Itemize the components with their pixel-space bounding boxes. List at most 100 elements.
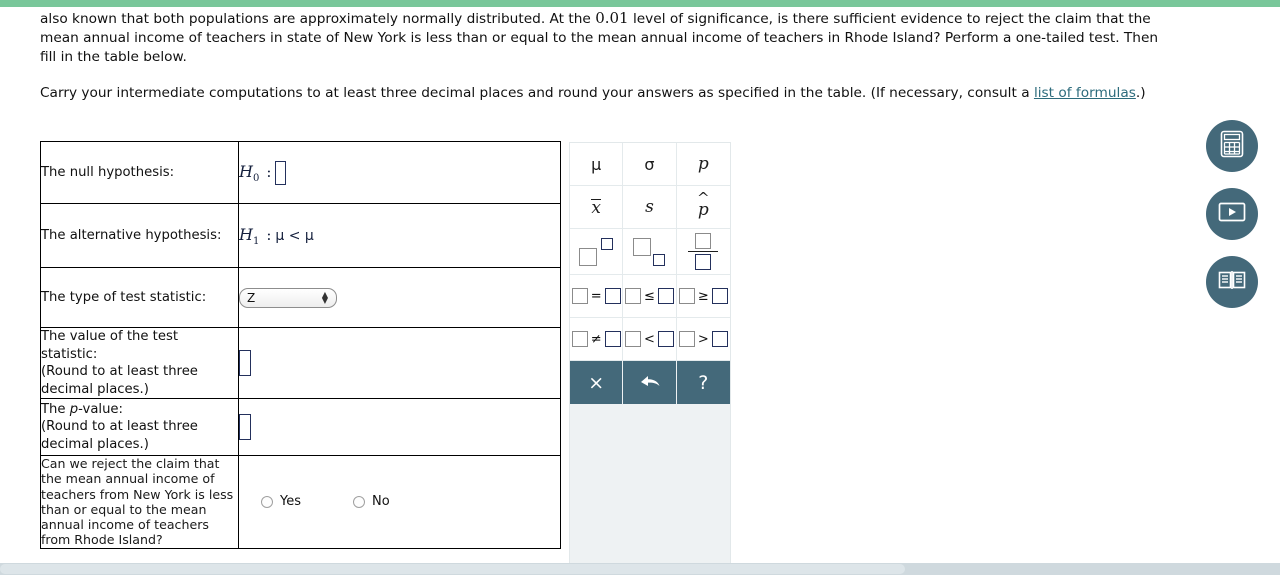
h-symbol: H <box>239 161 253 181</box>
denominator-box <box>695 254 712 270</box>
radio-circle-icon[interactable] <box>353 495 365 508</box>
mu-glyph: μ <box>591 154 602 174</box>
palette-key-not-equal[interactable]: ≠ <box>570 318 624 361</box>
p-value-prefix: The <box>41 401 70 417</box>
h-subscript: 1 <box>252 235 260 247</box>
alternative-hypothesis-expression[interactable]: H1: μ < μ <box>239 224 314 247</box>
palette-key-equals[interactable]: = <box>570 275 624 318</box>
palette-key-superscript[interactable] <box>570 229 624 275</box>
row-value-test-statistic-type: Z ▲ ▼ <box>238 267 561 328</box>
row-value-test-statistic-value <box>238 327 561 399</box>
base-box <box>579 247 598 266</box>
s-glyph: s <box>645 197 654 217</box>
row-value-p-value <box>238 398 561 456</box>
table-row-test-statistic-type: The type of test statistic: Z ▲ ▼ <box>40 267 561 328</box>
horizontal-scrollbar[interactable] <box>0 563 1280 575</box>
prose-text-1a: also known that both populations are app… <box>40 11 596 27</box>
problem-paragraph-2: Carry your intermediate computations to … <box>40 84 1160 103</box>
test-statistic-select-wrapper: Z ▲ ▼ <box>239 287 337 308</box>
calculator-button[interactable] <box>1206 120 1258 172</box>
video-button[interactable] <box>1206 188 1258 240</box>
prose-text-2a: Carry your intermediate computations to … <box>40 85 1034 101</box>
operator-glyph: ≥ <box>697 288 709 304</box>
label-line-1: The value of the test statistic: <box>41 329 178 362</box>
significance-level: 0.01 <box>595 9 629 27</box>
row-label-null-hypothesis: The null hypothesis: <box>40 141 239 204</box>
left-box <box>625 331 642 347</box>
p-value-input-slot[interactable] <box>239 414 251 440</box>
fraction-template-icon <box>688 233 719 270</box>
alternative-hypothesis-value: μ < μ <box>275 227 314 244</box>
radio-option-yes[interactable]: Yes <box>261 494 301 509</box>
close-icon: × <box>588 371 605 394</box>
left-box <box>625 288 642 304</box>
palette-help-button[interactable]: ? <box>676 361 730 404</box>
palette-key-greater-equal[interactable]: ≥ <box>676 275 730 318</box>
test-statistic-value-input-slot[interactable] <box>239 350 251 376</box>
label-line-1: The p-value: <box>41 401 238 419</box>
list-of-formulas-link[interactable]: list of formulas <box>1034 85 1136 101</box>
label-line-2: (Round to at least three <box>41 419 198 435</box>
radio-label-no: No <box>372 494 390 510</box>
greater-equal-template-icon: ≥ <box>678 288 728 304</box>
palette-key-p[interactable]: p <box>676 143 730 186</box>
palette-key-less-than[interactable]: < <box>623 318 677 361</box>
prose-text-2b: .) <box>1135 85 1146 101</box>
palette-key-greater-than[interactable]: > <box>676 318 730 361</box>
superscript-template-icon <box>579 237 614 266</box>
palette-key-less-equal[interactable]: ≤ <box>623 275 677 318</box>
left-box <box>678 331 695 347</box>
right-box <box>657 288 674 304</box>
p-value-suffix: -value: <box>78 401 123 417</box>
operator-glyph: = <box>590 288 602 304</box>
label-line-3: decimal places.) <box>41 381 149 397</box>
palette-key-p-hat[interactable]: ^ p <box>676 186 730 229</box>
reference-button[interactable] <box>1206 256 1258 308</box>
exponent-box <box>601 237 614 250</box>
row-label-p-value: The p-value: (Round to at least three de… <box>40 398 239 456</box>
right-box <box>604 288 621 304</box>
open-book-icon <box>1217 268 1247 296</box>
palette-clear-button[interactable]: × <box>570 361 624 404</box>
right-box <box>657 331 674 347</box>
left-box <box>678 288 695 304</box>
operator-glyph: > <box>697 331 709 347</box>
radio-label-yes: Yes <box>280 494 301 510</box>
radio-option-no[interactable]: No <box>353 494 390 509</box>
scrollbar-thumb[interactable] <box>0 564 905 574</box>
math-symbol-palette: μ σ p x s ^ p = ≤ ≥ ≠ < > × ? <box>570 143 730 566</box>
row-value-null-hypothesis: H0: <box>238 141 561 204</box>
palette-key-fraction[interactable] <box>676 229 730 275</box>
sigma-glyph: σ <box>644 154 655 174</box>
palette-key-sigma[interactable]: σ <box>623 143 677 186</box>
conclusion-question-text: Can we reject the claim that the mean an… <box>40 455 239 549</box>
fraction-bar <box>688 251 719 252</box>
subscript-template-icon <box>633 237 666 266</box>
test-statistic-select[interactable]: Z <box>239 287 337 308</box>
h-symbol: H <box>239 224 253 244</box>
problem-paragraph-1: also known that both populations are app… <box>40 9 1160 67</box>
null-hypothesis-input-slot[interactable] <box>275 160 287 185</box>
h-subscript: 0 <box>252 172 260 184</box>
numerator-box <box>695 233 712 249</box>
top-accent-bar <box>0 0 1280 7</box>
palette-key-x-bar[interactable]: x <box>570 186 624 229</box>
palette-key-subscript[interactable] <box>623 229 677 275</box>
palette-undo-button[interactable] <box>623 361 677 404</box>
less-than-template-icon: < <box>625 331 674 347</box>
palette-key-mu[interactable]: μ <box>570 143 624 186</box>
left-box <box>571 331 588 347</box>
right-box <box>711 331 728 347</box>
left-box <box>571 288 588 304</box>
x-bar-glyph: x <box>591 197 601 218</box>
row-label-alternative-hypothesis: The alternative hypothesis: <box>40 203 239 268</box>
subscript-box <box>653 253 666 266</box>
radio-group: Yes No <box>239 494 560 509</box>
null-hypothesis-expression: H0: <box>239 160 287 185</box>
radio-circle-icon[interactable] <box>261 495 273 508</box>
right-box <box>604 331 621 347</box>
palette-key-s[interactable]: s <box>623 186 677 229</box>
operator-glyph: < <box>644 331 655 347</box>
operator-glyph: ≤ <box>644 288 655 304</box>
answer-table: The null hypothesis: H0: The alternative… <box>40 141 561 549</box>
